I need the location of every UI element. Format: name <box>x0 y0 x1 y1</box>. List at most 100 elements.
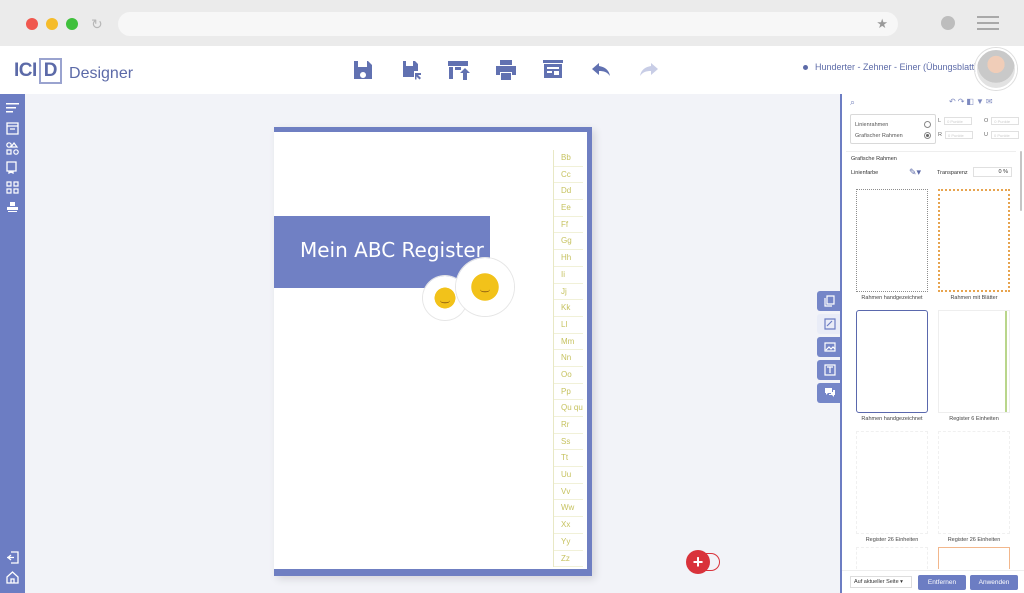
abc-register[interactable]: Bb Cc Dd Ee Ff Gg Hh Ii Jj Kk Ll Mm Nn Oo Pp Qu qu Rr Ss T… <box>553 150 583 568</box>
search-icon[interactable]: ⌕ <box>850 97 855 108</box>
address-bar[interactable]: ★ <box>118 12 898 36</box>
exit-icon[interactable] <box>6 551 19 564</box>
save-as-icon[interactable] <box>399 58 423 82</box>
profile-icon[interactable] <box>941 16 955 30</box>
transparency-input[interactable]: 0 % <box>973 167 1012 177</box>
margin-right-label: R <box>938 132 942 138</box>
register-letter: Ll <box>554 317 583 334</box>
user-avatar[interactable] <box>975 48 1017 90</box>
tab-images[interactable] <box>817 337 842 357</box>
tab-copy[interactable] <box>817 291 842 311</box>
menu-lines-icon[interactable] <box>6 102 19 115</box>
panel-actions: ↶↷◧▼✉ <box>949 97 995 106</box>
frame-caption: Rahmen mit Blätter <box>950 295 998 301</box>
canvas-workspace[interactable]: Mein ABC Register Bb Cc Dd Ee Ff Gg Hh Ii Jj Kk Ll… <box>25 94 842 593</box>
minimize-window-button[interactable] <box>46 18 58 30</box>
margin-top-label: O <box>984 118 989 124</box>
register-letter: Xx <box>554 517 583 534</box>
register-letter: Yy <box>554 534 583 551</box>
template-upload-icon[interactable] <box>446 58 470 82</box>
register-letter: Jj <box>554 284 583 301</box>
close-window-button[interactable] <box>26 18 38 30</box>
margin-right-input[interactable]: 0 Punkte <box>944 131 973 139</box>
margin-top-input[interactable]: 0 Punkte <box>991 117 1020 125</box>
filter-icon[interactable]: ▼ <box>976 97 986 106</box>
frame-type-graphic[interactable]: Grafischer Rahmen <box>855 130 931 141</box>
register-letter: Pp <box>554 384 583 401</box>
left-toolbar <box>0 94 25 593</box>
pen-icon[interactable]: ✎▾ <box>909 167 921 178</box>
register-letter: Oo <box>554 367 583 384</box>
frame-tile[interactable]: Rahmen handgezeichnet <box>856 310 928 422</box>
undo-small-icon[interactable]: ↶ <box>949 97 958 106</box>
frame-tile[interactable]: Rahmen mit Blätter <box>938 189 1010 301</box>
document-page[interactable]: Mein ABC Register Bb Cc Dd Ee Ff Gg Hh Ii Jj Kk Ll… <box>274 127 592 576</box>
browser-menu-icon[interactable] <box>977 16 999 30</box>
frame-type-group: Linienrahmen Grafischer Rahmen <box>850 114 936 144</box>
radio-line-frame[interactable] <box>924 121 931 128</box>
frame-tile[interactable] <box>856 547 928 569</box>
register-letter: Uu <box>554 467 583 484</box>
frame-thumbnail <box>856 431 928 534</box>
save-icon[interactable] <box>351 58 375 82</box>
maximize-window-button[interactable] <box>66 18 78 30</box>
register-letter: Tt <box>554 450 583 468</box>
app-header: ICI D Designer Hunderter - Zehner - Eine… <box>0 46 1024 94</box>
scope-select[interactable]: Auf aktueller Seite ▾ <box>850 576 912 588</box>
panel-tabs <box>817 291 842 406</box>
scrollbar[interactable] <box>1020 151 1022 211</box>
frame-tile[interactable]: Register 26 Einheiten <box>856 431 928 543</box>
transparency-label: Transparenz <box>937 170 968 176</box>
tab-text[interactable] <box>817 360 842 380</box>
margin-left-input[interactable]: 0 Punkte <box>944 117 973 125</box>
frame-thumbnail <box>856 547 928 569</box>
layout-icon[interactable] <box>6 122 19 135</box>
reload-icon[interactable]: ↻ <box>91 16 103 33</box>
tab-frames[interactable] <box>817 314 842 334</box>
daisy-image[interactable] <box>456 258 514 316</box>
register-letter: Ff <box>554 217 583 234</box>
document-select[interactable]: Hunderter - Zehner - Einer (Übungsblatt)… <box>803 62 996 72</box>
frame-type-label: Grafischer Rahmen <box>855 132 903 139</box>
bookmark-star-icon[interactable]: ★ <box>876 16 888 32</box>
grid-icon[interactable] <box>6 181 19 194</box>
mail-icon[interactable]: ✉ <box>986 97 995 106</box>
palette-icon[interactable]: ◧ <box>966 97 976 106</box>
logo-text: Designer <box>69 64 134 82</box>
frame-tile[interactable]: Register 26 Einheiten <box>938 431 1010 543</box>
undo-icon[interactable] <box>589 58 613 82</box>
presentation-icon[interactable] <box>541 58 565 82</box>
home-icon[interactable] <box>6 571 19 584</box>
frame-type-label: Linienrahmen <box>855 121 889 128</box>
register-letter: Nn <box>554 350 583 367</box>
redo-icon[interactable] <box>637 58 661 82</box>
frame-tile[interactable]: Rahmen handgezeichnet <box>856 189 928 301</box>
radio-graphic-frame[interactable] <box>924 132 931 139</box>
register-letter: Kk <box>554 300 583 317</box>
browser-chrome: ↻ ★ <box>0 0 1024 46</box>
register-letter: Ss <box>554 434 583 451</box>
shapes-icon[interactable] <box>6 142 19 155</box>
register-letter: Cc <box>554 167 583 184</box>
frame-tile[interactable]: Register 6 Einheiten <box>938 310 1010 422</box>
status-dot <box>803 64 808 70</box>
divider <box>846 151 1016 152</box>
margin-bottom-input[interactable]: 0 Punkte <box>990 131 1019 139</box>
add-button-ring <box>706 553 720 571</box>
book-icon[interactable] <box>6 161 19 175</box>
logo-mark: ICI <box>14 60 37 81</box>
frame-type-line[interactable]: Linienrahmen <box>855 119 931 130</box>
register-letter: Rr <box>554 417 583 434</box>
register-letter: Qu qu <box>554 400 583 417</box>
stamp-icon[interactable] <box>6 200 19 213</box>
frame-thumbnail <box>856 189 928 292</box>
app-logo: ICI D Designer <box>14 58 133 84</box>
scope-select-value: Auf aktueller Seite <box>854 579 899 585</box>
remove-button[interactable]: Entfernen <box>918 575 966 590</box>
tab-comments[interactable] <box>817 383 842 403</box>
frame-tile[interactable] <box>938 547 1010 569</box>
apply-button[interactable]: Anwenden <box>970 575 1018 590</box>
frame-caption: Register 26 Einheiten <box>865 537 919 543</box>
print-icon[interactable] <box>494 58 518 82</box>
section-title: Grafische Rahmen <box>851 156 897 162</box>
